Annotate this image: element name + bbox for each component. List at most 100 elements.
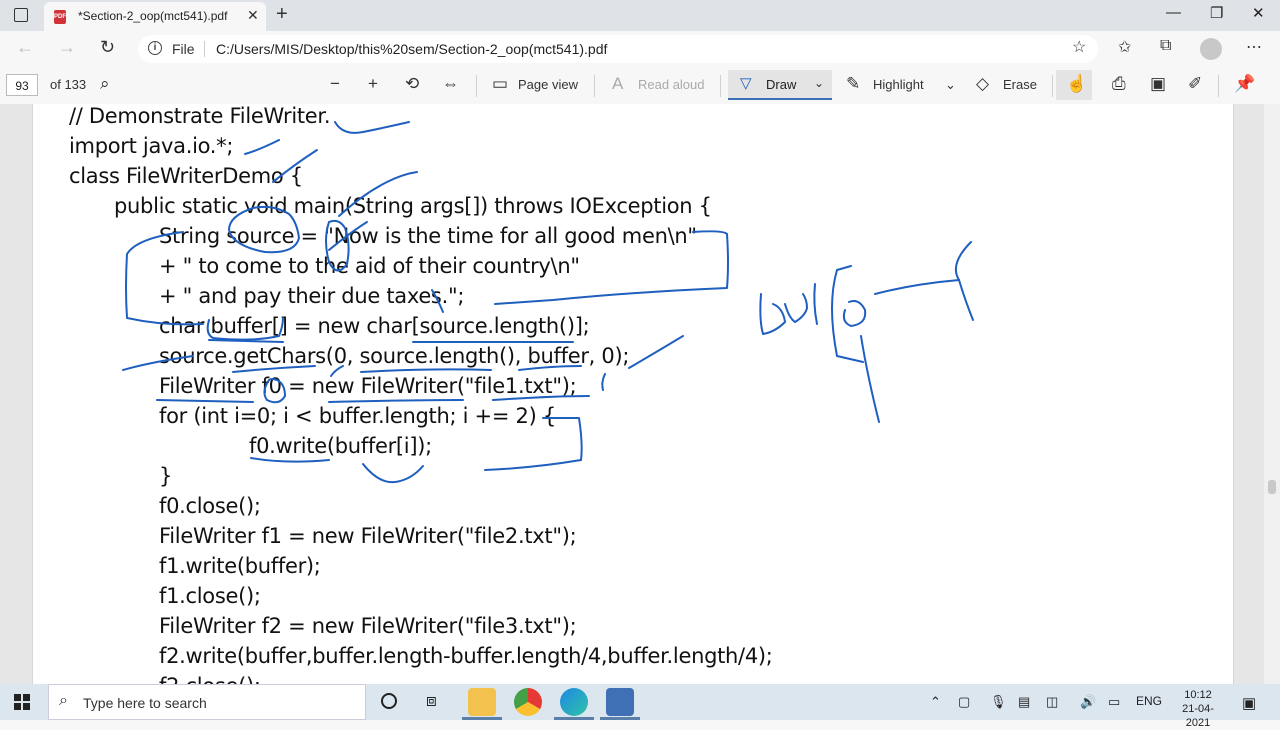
system-clock[interactable]: 10:12 21-04-2021 [1170,688,1226,730]
microphone-icon[interactable]: 🎙 [990,694,1007,710]
ink-stroke [232,365,316,373]
fit-page-icon[interactable]: ⇔ [442,74,459,94]
chrome-icon[interactable] [514,688,542,716]
windows-start-icon[interactable] [14,694,30,710]
address-field[interactable]: i File C:/Users/MIS/Desktop/this%20sem/S… [138,35,1098,63]
chevron-down-icon[interactable]: ⌄ [945,77,956,93]
taskbar: ⌕ Type here to search ⧈ ⌃ ▢ 🎙 ▤ ◫ 🔊 ▭ EN… [0,684,1280,729]
more-menu-icon[interactable]: ⋯ [1246,37,1262,57]
network-icon[interactable]: ◫ [1046,694,1058,710]
taskbar-search-box[interactable]: ⌕ Type here to search [48,684,366,720]
ink-stroke [492,395,590,401]
ink-stroke [601,373,606,391]
ink-stroke [431,289,444,313]
save-as-icon[interactable]: ✐ [1188,74,1202,94]
url-text[interactable]: C:/Users/MIS/Desktop/this%20sem/Section-… [216,41,607,57]
vertical-scrollbar[interactable] [1264,104,1280,684]
forward-button[interactable]: → [58,37,76,58]
speaker-icon[interactable]: 🔊 [1080,694,1096,710]
maximize-button[interactable]: ❐ [1210,4,1223,22]
edge-icon[interactable] [560,688,588,716]
browser-tab[interactable]: PDF *Section-2_oop(mct541).pdf ✕ [44,2,266,31]
tab-title: *Section-2_oop(mct541).pdf [78,9,228,23]
ink-stroke [958,279,974,321]
minimize-button[interactable]: — [1166,4,1181,21]
search-placeholder: Type here to search [83,695,207,711]
ink-stroke [362,463,424,484]
erase-button[interactable]: Erase [1003,77,1037,92]
notifications-icon[interactable]: ▣ [1242,694,1256,712]
profile-avatar[interactable] [1200,38,1222,60]
toolbar-divider [476,75,477,97]
document-viewport[interactable]: // Demonstrate FileWriter. import java.i… [0,104,1264,684]
file-explorer-icon[interactable] [468,688,496,716]
pin-toolbar-icon[interactable]: 📌 [1234,74,1255,94]
draw-label: Draw [766,77,797,92]
search-icon: ⌕ [59,692,68,709]
favorites-icon[interactable]: ✩ [1118,37,1131,57]
refresh-button[interactable]: ↻ [100,37,115,58]
toolbar-divider [1218,75,1219,97]
draw-button[interactable]: ▽ Draw ⌄ [728,70,832,100]
close-window-button[interactable]: ✕ [1252,4,1265,22]
ink-stroke [228,205,300,254]
add-favorite-icon[interactable]: ☆ [1072,37,1086,57]
ink-stroke [244,139,280,155]
ink-stroke [125,231,204,326]
tab-actions-icon[interactable] [14,8,28,22]
page-view-button[interactable]: Page view [518,77,578,92]
collections-icon[interactable]: ⧉ [1160,37,1171,55]
zoom-out-button[interactable]: − [330,74,340,94]
rotate-icon[interactable]: ⟲ [405,74,419,94]
chevron-down-icon[interactable]: ⌄ [814,76,824,90]
save-icon[interactable]: ▣ [1150,74,1166,94]
ink-stroke [860,335,880,423]
ink-stroke [759,293,786,335]
ink-stroke [484,417,583,471]
display-icon[interactable]: ▤ [1018,694,1030,710]
app-icon[interactable] [606,688,634,716]
cortana-icon[interactable] [381,693,397,709]
page-view-icon[interactable]: ▭ [492,74,508,94]
eraser-icon[interactable]: ◇ [976,74,989,94]
clock-date: 21-04-2021 [1182,703,1214,729]
task-view-icon[interactable]: ⧈ [426,691,437,711]
language-indicator[interactable]: ENG [1136,694,1162,708]
ink-stroke [263,378,286,404]
info-icon[interactable]: i [148,41,162,55]
ink-stroke [334,121,410,134]
ink-stroke [813,283,818,325]
ink-stroke [208,339,284,343]
scrollbar-thumb[interactable] [1268,480,1276,494]
url-scheme-label: File [172,41,195,57]
ink-stroke [842,300,867,327]
toolbar-divider [720,75,721,97]
power-icon[interactable]: ▭ [1108,694,1120,710]
read-aloud-icon: A [612,74,624,93]
highlight-button[interactable]: Highlight [873,77,924,92]
pdf-toolbar: 93 of 133 ⌕ − + ⟲ ⇔ ▭ Page view A Read a… [0,66,1280,105]
zoom-in-button[interactable]: + [368,74,378,94]
meet-now-icon[interactable]: ▢ [958,694,970,710]
close-tab-icon[interactable]: ✕ [247,7,259,24]
page-number-input[interactable]: 93 [6,74,38,96]
read-aloud-button: Read aloud [638,77,705,92]
new-tab-button[interactable]: + [276,3,288,26]
draw-pen-icon: ▽ [740,75,752,92]
search-icon[interactable]: ⌕ [100,74,110,94]
toolbar-divider [594,75,595,97]
ink-stroke [330,365,344,377]
ink-stroke [494,230,729,305]
ink-stroke [831,269,864,363]
highlight-icon[interactable]: ✎ [846,74,860,94]
touch-write-button[interactable]: ☝ [1056,70,1092,100]
ink-stroke [122,355,194,371]
back-button[interactable]: ← [16,37,34,58]
show-hidden-icons[interactable]: ⌃ [930,694,941,710]
ink-stroke [325,219,350,272]
ink-stroke [156,399,254,403]
print-icon[interactable]: ⎙ [1112,74,1126,94]
ink-stroke [874,279,960,295]
ink-stroke [836,265,852,271]
pdf-file-icon: PDF [54,10,66,24]
